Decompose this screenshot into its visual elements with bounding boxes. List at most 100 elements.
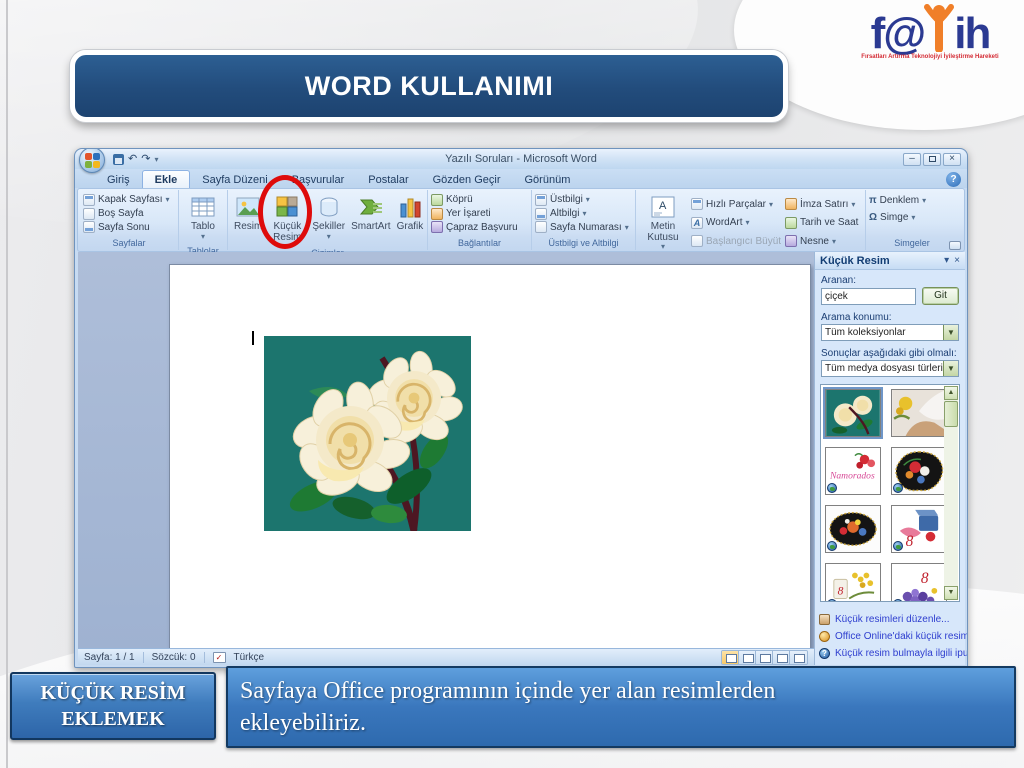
results-scrollbar[interactable]: ▲ ▼ <box>944 386 958 600</box>
word-window: ↶ ↷ ▾ Yazılı Soruları - Microsoft Word –… <box>74 148 968 668</box>
scope-select[interactable]: Tüm koleksiyonlar ▼ <box>821 324 959 341</box>
ribbon-group-ustbilgi: Üstbilgi ▾ Altbilgi ▾ Sayfa Numarası ▾ Ü… <box>532 190 636 250</box>
office-online-clips-link[interactable]: Office Online'daki küçük resimler <box>819 631 967 642</box>
symbol-icon: Ω <box>869 212 878 223</box>
drop-cap-icon <box>691 235 703 248</box>
fatih-logo: f@ ih Fırsatları Artırma Teknolojiyi İyi… <box>850 4 1010 60</box>
scroll-up-icon[interactable]: ▲ <box>944 386 958 400</box>
office-button[interactable] <box>79 149 105 173</box>
march-8-gift-thumbnail[interactable]: 8 <box>891 505 947 553</box>
metin-kutusu-button[interactable]: A Metin Kutusu ▾ <box>639 192 687 253</box>
spellcheck-icon[interactable]: ✓ <box>212 651 226 663</box>
status-language[interactable]: Türkçe <box>234 652 265 663</box>
chevron-down-icon: ▾ <box>922 196 927 205</box>
window-titlebar: ↶ ↷ ▾ Yazılı Soruları - Microsoft Word –… <box>75 149 967 173</box>
blank-page-icon <box>83 207 95 220</box>
chevron-down-icon[interactable]: ▼ <box>943 325 958 340</box>
ribbon-group-baglantilar: Köprü Yer İşareti Çapraz Başvuru Bağlant… <box>428 190 532 250</box>
slide: f@ ih Fırsatları Artırma Teknolojiyi İyi… <box>0 0 1024 768</box>
document-page[interactable] <box>169 264 811 648</box>
status-page-count[interactable]: Sayfa: 1 / 1 <box>84 652 135 663</box>
tab-postalar[interactable]: Postalar <box>356 171 420 188</box>
hizli-parcalar-button[interactable]: Hızlı Parçalar ▾ <box>691 198 781 211</box>
chevron-down-icon[interactable]: ▼ <box>943 361 958 376</box>
chevron-down-icon: ▾ <box>831 236 836 246</box>
namorados-clip-thumbnail[interactable]: Namorados <box>825 447 881 495</box>
maximize-button[interactable] <box>923 152 941 166</box>
mimosa-march-8-thumbnail[interactable]: 8 <box>825 563 881 601</box>
organize-clips-icon <box>819 614 830 625</box>
status-word-count[interactable]: Sözcük: 0 <box>152 652 196 663</box>
online-clip-globe-icon <box>827 541 837 551</box>
close-button[interactable]: × <box>943 152 961 166</box>
document-workspace <box>78 252 814 648</box>
outline-view-button[interactable] <box>773 650 790 664</box>
clip-tips-link[interactable]: ? Küçük resim bulmayla ilgili ipuçları <box>819 648 967 659</box>
footer-caption-text: Sayfaya Office programının içinde yer al… <box>240 677 776 736</box>
task-pane-title: Küçük Resim <box>820 254 890 267</box>
pane-menu-icon[interactable]: ▾ <box>944 255 949 266</box>
chevron-down-icon: ▾ <box>624 222 629 232</box>
help-icon[interactable]: ? <box>946 172 961 187</box>
tab-ekle[interactable]: Ekle <box>141 170 191 188</box>
tab-gorunum[interactable]: Görünüm <box>513 171 583 188</box>
svg-text:8: 8 <box>906 533 914 550</box>
chevron-down-icon: ▾ <box>326 231 331 241</box>
search-input[interactable]: çiçek <box>821 288 916 305</box>
tips-help-icon: ? <box>819 648 830 659</box>
capraz-basvuru-button[interactable]: Çapraz Başvuru <box>431 221 528 234</box>
pane-close-icon[interactable]: × <box>954 255 960 266</box>
kopru-button[interactable]: Köprü <box>431 193 528 206</box>
inserted-roses-image[interactable] <box>264 336 471 531</box>
sayfa-numarasi-button[interactable]: Sayfa Numarası ▾ <box>535 221 632 234</box>
logo-text-suffix: ih <box>954 8 991 58</box>
signature-line-icon <box>785 198 798 211</box>
text-cursor <box>252 331 254 345</box>
slide-title: WORD KULLANIMI <box>304 70 554 101</box>
tab-giris[interactable]: Giriş <box>95 171 142 188</box>
pane-options-icon[interactable] <box>949 241 961 250</box>
denklem-button[interactable]: π Denklem ▾ <box>869 195 955 206</box>
white-roses-clip-thumbnail[interactable] <box>823 387 883 439</box>
imza-satiri-button[interactable]: İmza Satırı ▾ <box>785 198 862 211</box>
minimize-button[interactable]: – <box>903 152 921 166</box>
ribbon-group-tablolar: Tablo ▾ Tablolar <box>179 190 228 256</box>
scrollbar-thumb[interactable] <box>944 401 958 427</box>
wordart-button[interactable]: A WordArt ▾ <box>691 216 781 229</box>
bos-sayfa-button[interactable]: Boş Sayfa <box>83 207 175 220</box>
yer-isareti-button[interactable]: Yer İşareti <box>431 207 528 220</box>
status-divider <box>142 651 144 663</box>
clipart-results: Namorados 8 8 8 ▲ ▼ <box>820 384 960 602</box>
scroll-down-icon[interactable]: ▼ <box>944 586 958 600</box>
smartart-button[interactable]: SmartArt <box>348 192 393 245</box>
sekiller-button[interactable]: Şekiller ▾ <box>309 192 348 245</box>
print-layout-view-button[interactable] <box>722 650 739 664</box>
altbilgi-button[interactable]: Altbilgi ▾ <box>535 207 632 220</box>
ribbon-tab-row: Giriş Ekle Sayfa Düzeni Başvurular Posta… <box>75 169 967 188</box>
tablo-button[interactable]: Tablo ▾ <box>187 192 219 243</box>
black-tray-flowers-thumbnail[interactable] <box>891 447 947 495</box>
chart-icon <box>400 198 421 218</box>
kapak-sayfasi-button[interactable]: Kapak Sayfası ▾ <box>83 193 175 206</box>
ustbilgi-button[interactable]: Üstbilgi ▾ <box>535 193 632 206</box>
black-tray-flowers-2-thumbnail[interactable] <box>825 505 881 553</box>
web-layout-view-button[interactable] <box>756 650 773 664</box>
svg-text:8: 8 <box>921 570 929 587</box>
hand-flower-photo-thumbnail[interactable] <box>891 389 947 437</box>
nesne-button[interactable]: Nesne ▾ <box>785 235 862 248</box>
tarih-ve-saat-button[interactable]: Tarih ve Saat <box>785 216 862 229</box>
fullscreen-view-button[interactable] <box>739 650 756 664</box>
violet-march-8-thumbnail[interactable]: 8 <box>891 563 947 601</box>
object-icon <box>785 235 798 248</box>
result-type-select[interactable]: Tüm medya dosyası türleri ▼ <box>821 360 959 377</box>
sayfa-sonu-button[interactable]: Sayfa Sonu <box>83 221 175 234</box>
organize-clips-link[interactable]: Küçük resimleri düzenle... <box>819 614 963 625</box>
simge-button[interactable]: Ω Simge ▾ <box>869 212 955 223</box>
go-button[interactable]: Git <box>922 287 959 305</box>
tab-gozden-gecir[interactable]: Gözden Geçir <box>421 171 513 188</box>
ribbon: Kapak Sayfası ▾ Boş Sayfa Sayfa Sonu Say… <box>77 188 965 266</box>
grafik-button[interactable]: Grafik <box>394 192 427 245</box>
chevron-down-icon: ▾ <box>911 213 916 222</box>
baslangici-buyut-button[interactable]: Başlangıcı Büyüt <box>691 235 781 248</box>
draft-view-button[interactable] <box>790 650 807 664</box>
